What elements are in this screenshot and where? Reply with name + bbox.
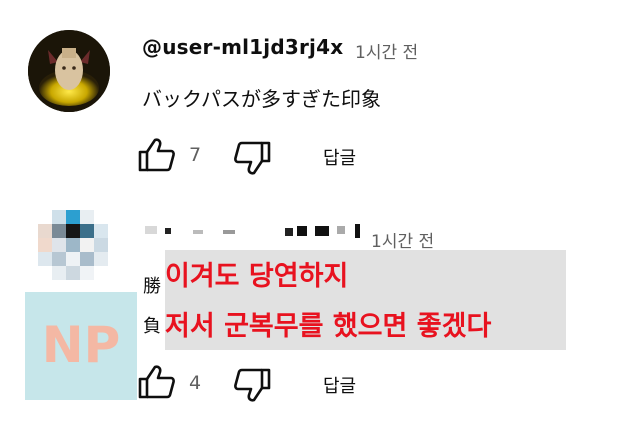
dislike-icon[interactable] xyxy=(232,367,272,403)
np-badge: NP xyxy=(25,292,137,400)
comment-text-fragment-1: 勝 xyxy=(143,276,161,297)
reply-button[interactable]: 답글 xyxy=(323,144,356,170)
overlay-line-1: 이겨도 당연하지 xyxy=(165,261,349,292)
reply-button[interactable]: 답글 xyxy=(323,372,356,398)
avatar-image xyxy=(28,30,110,112)
like-icon[interactable] xyxy=(137,364,177,400)
avatar[interactable] xyxy=(28,30,110,112)
comment-author[interactable]: @user-ml1jd3rj4x xyxy=(142,35,343,59)
comment-1: @user-ml1jd3rj4x 1시간 전 バックパスが多すぎた印象 7 답글 xyxy=(0,0,634,200)
comment-text: バックパスが多すぎた印象 xyxy=(142,87,381,111)
avatar-pixelated[interactable] xyxy=(30,210,110,300)
overlay-line-2: 저서 군복무를 했으면 좋겠다 xyxy=(165,311,492,342)
like-icon[interactable] xyxy=(137,137,177,173)
like-count: 7 xyxy=(189,144,202,166)
np-badge-label: NP xyxy=(41,316,121,374)
caption-overlay: 이겨도 당연하지 저서 군복무를 했으면 좋겠다 xyxy=(165,250,566,350)
comment-text-fragment-2: 負 xyxy=(143,316,161,337)
comment-time[interactable]: 1시간 전 xyxy=(371,227,434,252)
comment-time[interactable]: 1시간 전 xyxy=(355,38,418,63)
comment-author-redacted xyxy=(145,224,370,238)
dislike-icon[interactable] xyxy=(232,140,272,176)
like-count: 4 xyxy=(189,372,202,394)
